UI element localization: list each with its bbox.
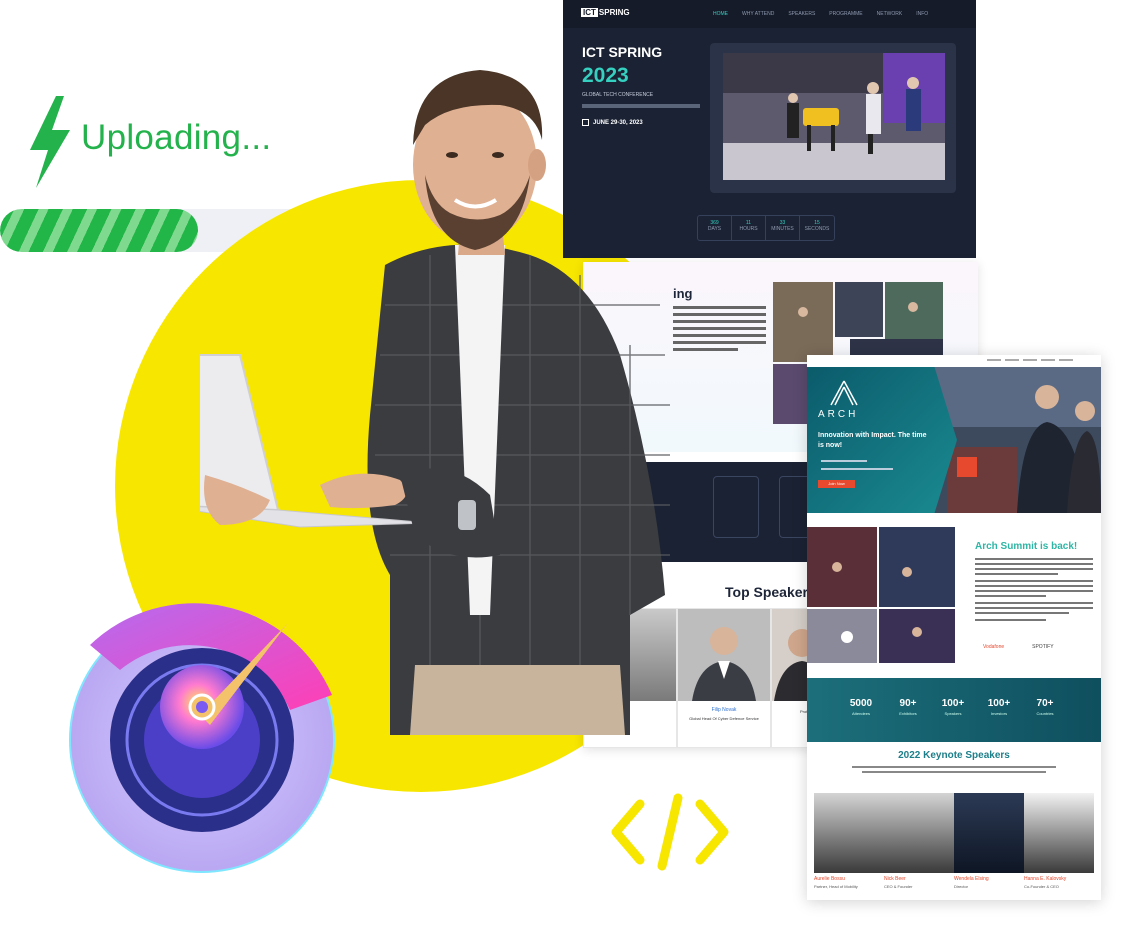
speaker-photo	[884, 793, 954, 873]
speaker-photo	[954, 793, 1024, 873]
arch-photo-collage	[807, 527, 955, 663]
mid-speakers-title: Top Speaker	[725, 584, 808, 600]
man-with-laptop-photo	[200, 70, 670, 735]
ict-logo: ICT SPRING	[581, 8, 630, 17]
arch-stats-band: 5000 Attendees 90+ Exhibitors 100+ Speakers…	[807, 678, 1101, 742]
arch-intro-paragraph	[975, 558, 1093, 624]
speaker-photo	[1024, 793, 1094, 873]
stat-attendees: 5000 Attendees	[849, 698, 873, 716]
ict-menu-home[interactable]: HOME	[713, 11, 728, 17]
code-brackets-icon	[611, 793, 729, 871]
lightning-bolt-icon	[30, 96, 70, 188]
arch-tagline: Innovation with Impact. The time is now!	[818, 432, 927, 449]
arch-logo-text: ARCH	[818, 409, 859, 420]
keynote-speaker-card[interactable]: Aurelie Bossu Partner, Head of Mobility	[814, 793, 884, 889]
keynote-speaker-card[interactable]: Wendela Elsing Director	[954, 793, 1024, 889]
keynote-title: 2022 Keynote Speakers	[898, 750, 1010, 761]
arch-event-info	[821, 456, 893, 470]
stat-speakers: 100+ Speakers	[941, 698, 965, 716]
arch-navbar	[807, 355, 1101, 367]
stat-countries: 70+ Countries	[1036, 698, 1054, 716]
keynote-speaker-card[interactable]: Nick Beer CEO & Founder	[884, 793, 954, 889]
arch-back-title: Arch Summit is back!	[975, 541, 1078, 552]
countdown-minutes: 33 MINUTES	[766, 216, 800, 240]
arch-summit-screenshot: ARCH Innovation with Impact. The time is…	[807, 355, 1101, 900]
ict-menu-network[interactable]: NETWORK	[877, 11, 903, 17]
arch-logo-icon	[830, 380, 858, 406]
stat-investors: 100+ Investors	[987, 698, 1011, 716]
keynote-speaker-card[interactable]: Hanna E. Kalovsky Co-Founder & CEO	[1024, 793, 1094, 889]
keynote-paragraph	[852, 766, 1056, 776]
speaker-photo	[814, 793, 884, 873]
arch-hero: ARCH Innovation with Impact. The time is…	[807, 367, 1101, 513]
countdown-seconds: 15 SECONDS	[804, 220, 830, 232]
ict-menu-speakers[interactable]: SPEAKERS	[788, 11, 815, 17]
ict-menu-info[interactable]: INFO	[916, 11, 928, 17]
arch-join-button[interactable]: Join Now	[818, 480, 855, 488]
ict-navbar: ICT SPRING HOME WHY ATTEND SPEAKERS PROGR…	[563, 0, 976, 28]
stat-exhibitors: 90+ Exhibitors	[899, 698, 917, 716]
upload-progress-fill	[0, 209, 198, 252]
countdown-hours: 11 HOURS	[732, 216, 766, 240]
arch-partner-logos: Vodafone SPOTIFY	[983, 644, 1054, 650]
ict-robot-photo	[723, 53, 945, 180]
ict-menu: HOME WHY ATTEND SPEAKERS PROGRAMME NETWO…	[713, 11, 928, 17]
ict-menu-programme[interactable]: PROGRAMME	[829, 11, 862, 17]
ict-menu-why-attend[interactable]: WHY ATTEND	[742, 11, 774, 17]
